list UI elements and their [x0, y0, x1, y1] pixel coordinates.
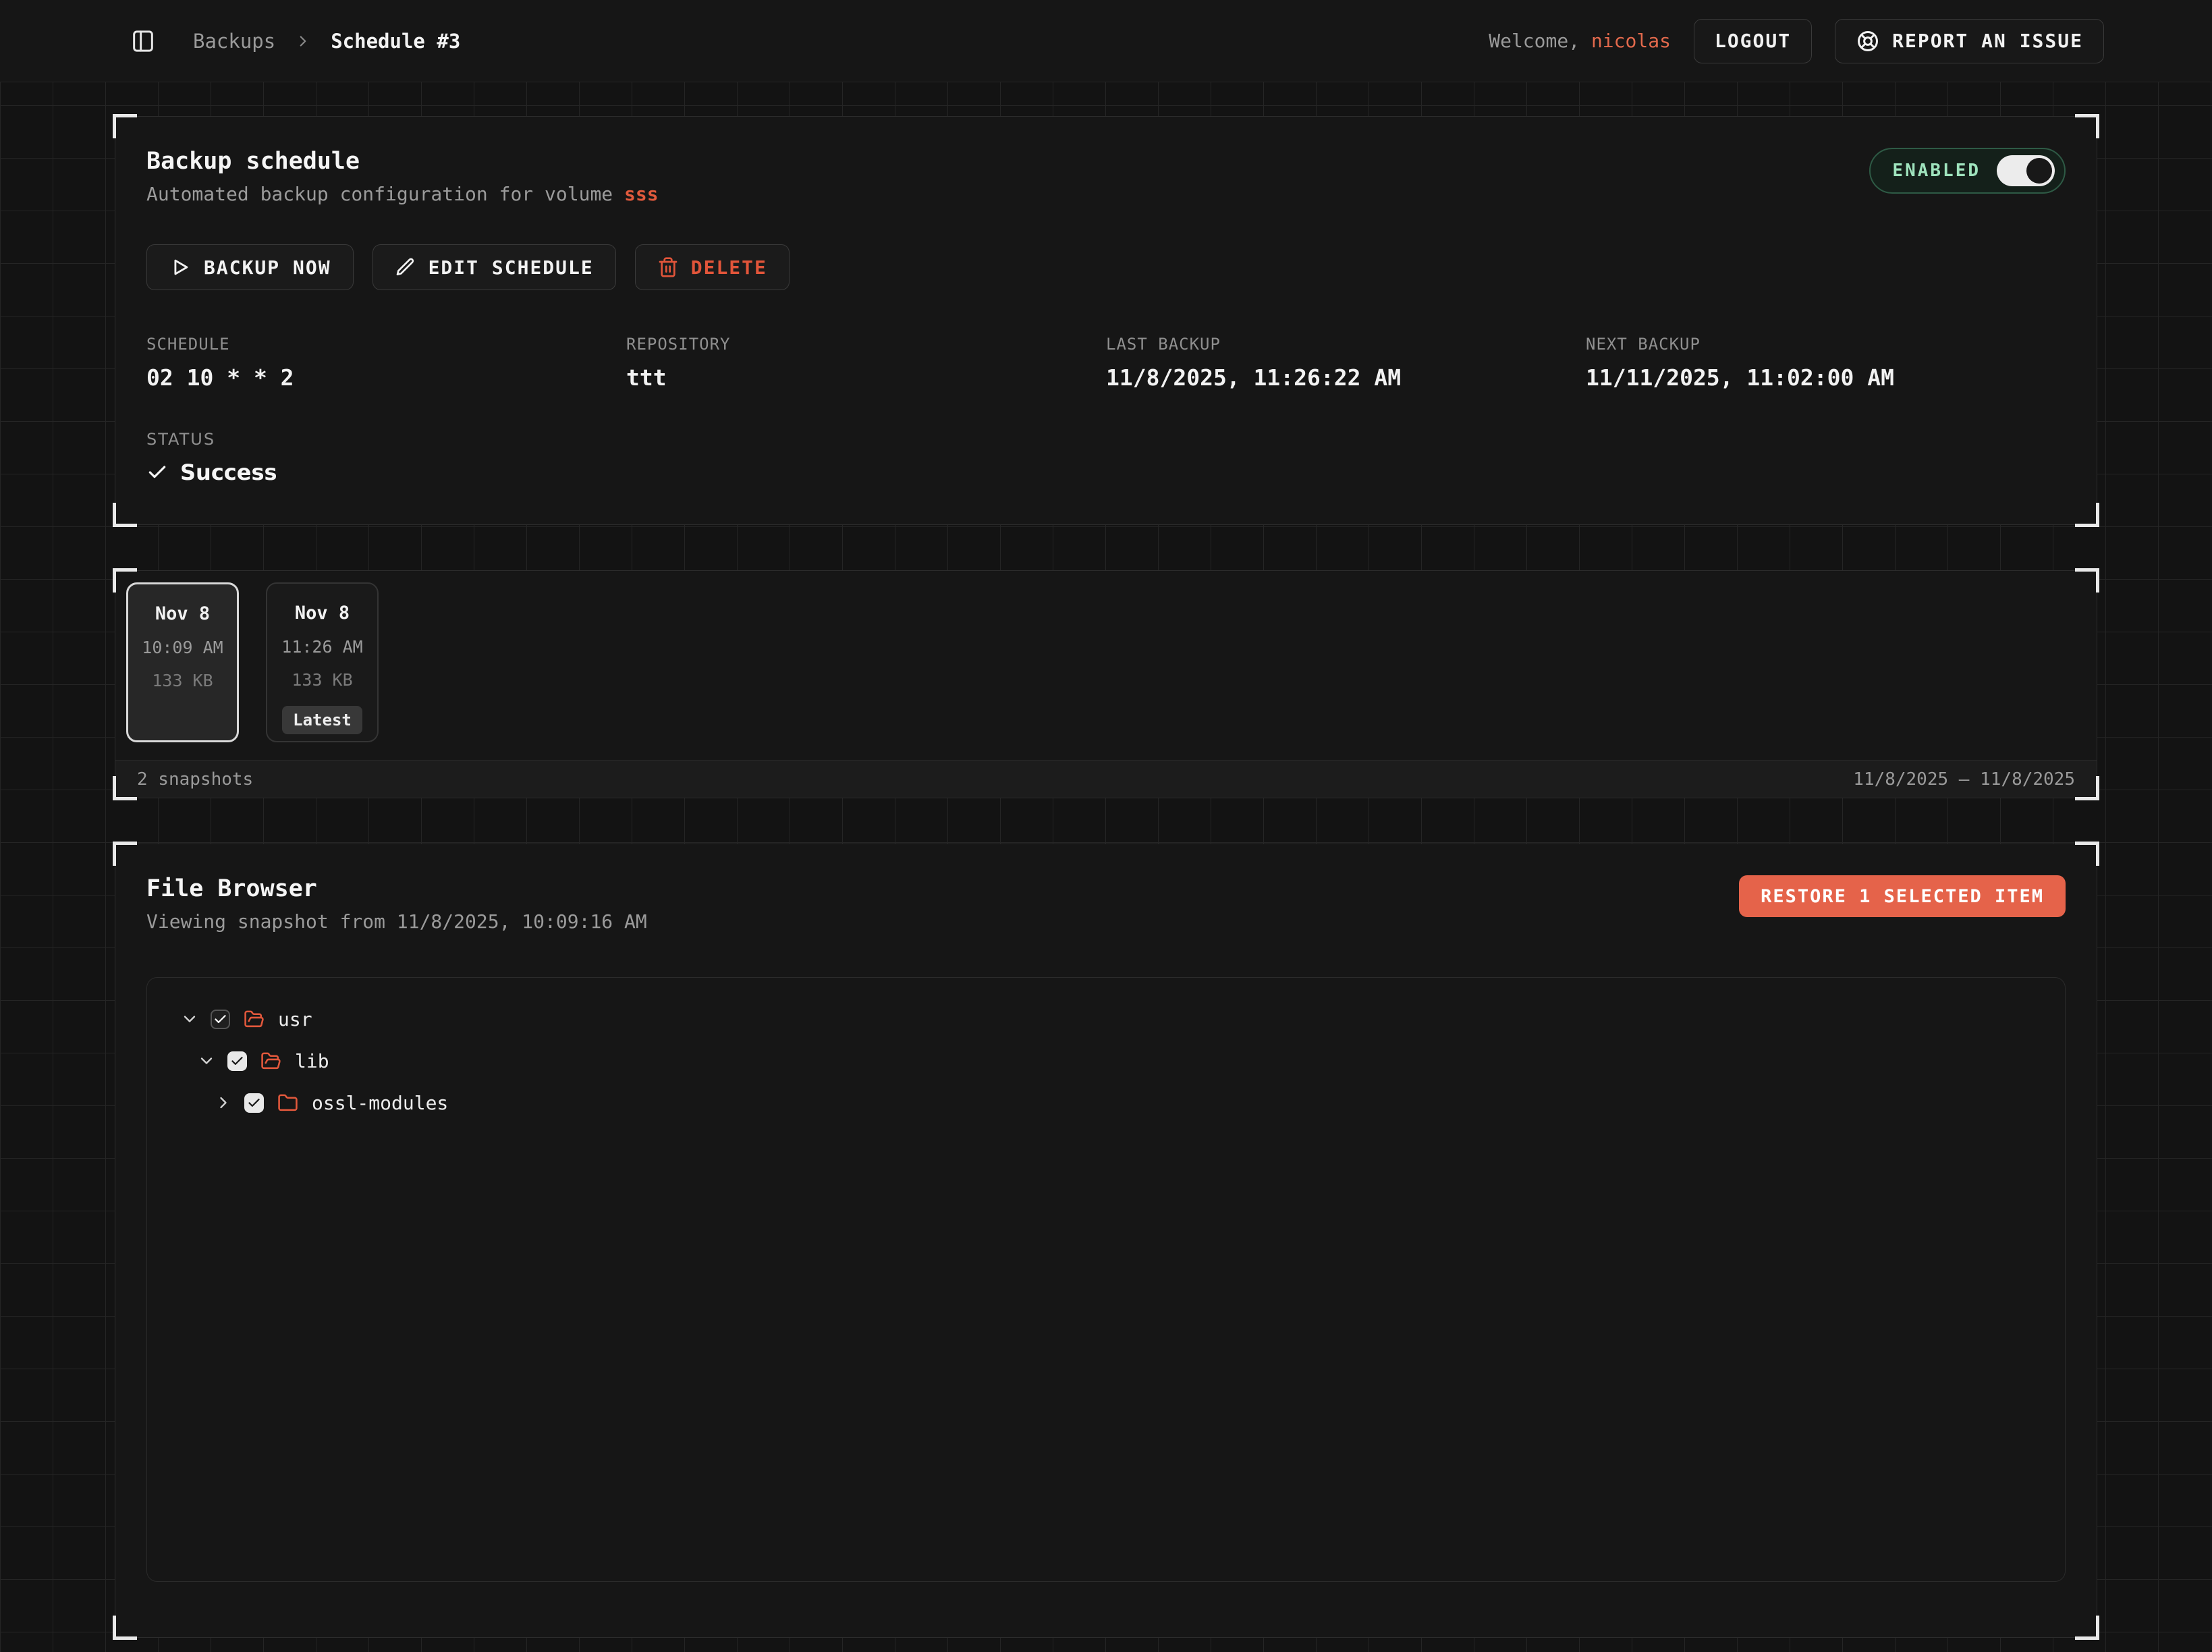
- corner-bracket: [2075, 776, 2099, 800]
- schedule-actions: BACKUP NOW EDIT SCHEDULE DELETE: [146, 244, 2066, 290]
- snapshot-card-selected[interactable]: Nov 8 10:09 AM 133 KB: [126, 582, 239, 742]
- checkbox-checked[interactable]: [244, 1093, 264, 1113]
- report-issue-button[interactable]: REPORT AN ISSUE: [1835, 19, 2104, 63]
- toggle-switch[interactable]: [1997, 155, 2055, 186]
- corner-bracket: [2075, 842, 2099, 866]
- breadcrumb-backups[interactable]: Backups: [193, 30, 275, 53]
- breadcrumb-current-page: Schedule #3: [331, 30, 460, 53]
- snapshot-cards: Nov 8 10:09 AM 133 KB Nov 8 11:26 AM 133…: [115, 571, 2097, 760]
- file-tree: usr lib: [146, 977, 2066, 1582]
- panel-subtitle: Automated backup configuration for volum…: [146, 183, 659, 205]
- corner-bracket: [113, 1616, 137, 1640]
- backup-app-page: Backups Schedule #3 Welcome, nicolas LOG…: [0, 0, 2212, 1652]
- folder-open-icon: [260, 1051, 281, 1072]
- checkbox-checked[interactable]: [227, 1051, 247, 1071]
- username: nicolas: [1591, 30, 1671, 52]
- play-icon: [169, 256, 192, 279]
- backup-schedule-panel: Backup schedule Automated backup configu…: [115, 116, 2097, 525]
- file-browser-title: File Browser: [146, 875, 647, 902]
- welcome-text: Welcome, nicolas: [1489, 30, 1671, 52]
- field-next-backup: NEXT BACKUP 11/11/2025, 11:02:00 AM: [1586, 335, 2066, 391]
- sidebar-toggle-button[interactable]: [126, 24, 161, 59]
- topbar: Backups Schedule #3 Welcome, nicolas LOG…: [0, 0, 2212, 82]
- snapshot-count: 2 snapshots: [137, 769, 253, 790]
- corner-bracket: [2075, 503, 2099, 527]
- chevron-down-icon[interactable]: [179, 1009, 200, 1029]
- folder-closed-icon: [277, 1093, 298, 1113]
- breadcrumb: Backups Schedule #3: [193, 30, 460, 53]
- chevron-down-icon[interactable]: [196, 1051, 217, 1071]
- folder-open-icon: [244, 1009, 265, 1030]
- corner-bracket: [2075, 568, 2099, 593]
- field-schedule: SCHEDULE 02 10 * * 2: [146, 335, 626, 391]
- edit-schedule-button[interactable]: EDIT SCHEDULE: [372, 244, 616, 290]
- tree-item-label: usr: [278, 1008, 312, 1030]
- status-badge: Success: [180, 460, 277, 485]
- tree-row-usr[interactable]: usr: [147, 998, 2065, 1040]
- panel-title: Backup schedule: [146, 148, 659, 175]
- snapshots-panel: Nov 8 10:09 AM 133 KB Nov 8 11:26 AM 133…: [115, 570, 2097, 798]
- snapshots-footer: 2 snapshots 11/8/2025 – 11/8/2025: [115, 760, 2097, 798]
- field-last-backup: LAST BACKUP 11/8/2025, 11:26:22 AM: [1106, 335, 1586, 391]
- tree-row-ossl-modules[interactable]: ossl-modules: [147, 1082, 2065, 1124]
- corner-bracket: [113, 114, 137, 138]
- chevron-right-icon[interactable]: [213, 1093, 233, 1113]
- file-browser-panel: File Browser Viewing snapshot from 11/8/…: [115, 844, 2097, 1638]
- backup-now-button[interactable]: BACKUP NOW: [146, 244, 354, 290]
- corner-bracket: [113, 776, 137, 800]
- corner-bracket: [113, 842, 137, 866]
- checkbox-partial[interactable]: [211, 1010, 230, 1029]
- tree-item-label: ossl-modules: [312, 1092, 448, 1114]
- logout-button[interactable]: LOGOUT: [1694, 19, 1812, 63]
- corner-bracket: [2075, 114, 2099, 138]
- file-browser-subtitle: Viewing snapshot from 11/8/2025, 10:09:1…: [146, 910, 647, 933]
- enabled-toggle[interactable]: ENABLED: [1869, 148, 2066, 194]
- corner-bracket: [113, 503, 137, 527]
- latest-badge: Latest: [282, 706, 362, 734]
- pencil-icon: [395, 256, 416, 278]
- snapshot-date-range: 11/8/2025 – 11/8/2025: [1853, 769, 2075, 790]
- chevron-right-icon: [294, 32, 312, 50]
- volume-name: sss: [624, 183, 659, 205]
- trash-icon: [657, 256, 679, 278]
- snapshot-card-latest[interactable]: Nov 8 11:26 AM 133 KB Latest: [266, 582, 379, 742]
- tree-row-lib[interactable]: lib: [147, 1040, 2065, 1082]
- panel-left-icon: [130, 28, 157, 55]
- corner-bracket: [2075, 1616, 2099, 1640]
- lifebuoy-icon: [1856, 29, 1880, 53]
- toggle-knob: [2026, 158, 2052, 184]
- delete-button[interactable]: DELETE: [635, 244, 790, 290]
- corner-bracket: [113, 568, 137, 593]
- field-repository: REPOSITORY ttt: [626, 335, 1106, 391]
- restore-selected-button[interactable]: RESTORE 1 SELECTED ITEM: [1739, 875, 2066, 917]
- check-icon: [146, 462, 168, 483]
- tree-item-label: lib: [295, 1050, 329, 1072]
- schedule-fields: SCHEDULE 02 10 * * 2 REPOSITORY ttt LAST…: [146, 335, 2066, 391]
- status-block: STATUS Success: [146, 430, 2066, 485]
